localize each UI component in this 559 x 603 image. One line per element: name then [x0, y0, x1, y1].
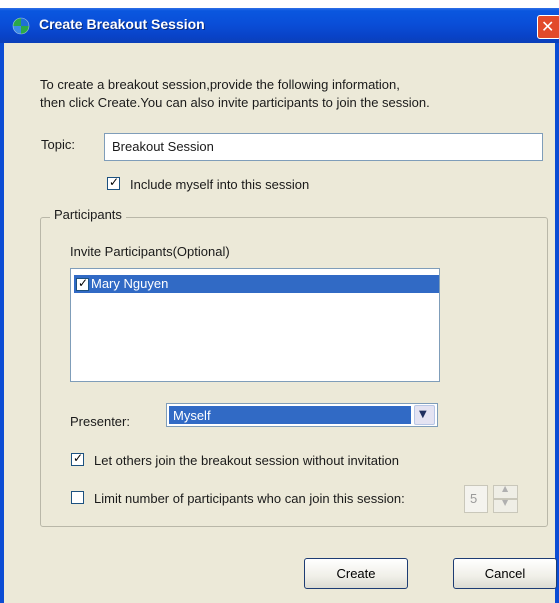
window-title: Create Breakout Session [39, 16, 205, 32]
intro-line-2: then click Create.You can also invite pa… [40, 95, 430, 110]
presenter-selected-value: Myself [173, 408, 211, 423]
close-button[interactable]: ✕ [537, 15, 559, 39]
window-border-right [555, 43, 559, 603]
spin-down-button[interactable]: ▼ [493, 498, 518, 513]
check-icon: ✓ [73, 451, 84, 465]
cancel-button[interactable]: Cancel [453, 558, 557, 589]
limit-participants-label: Limit number of participants who can joi… [94, 491, 405, 506]
participant-name: Mary Nguyen [91, 276, 169, 291]
participant-checkbox[interactable]: ✓ [76, 276, 89, 291]
presenter-dropdown-button[interactable]: ▼ [414, 405, 435, 425]
invite-participants-label: Invite Participants(Optional) [70, 244, 230, 259]
participants-group-label: Participants [50, 207, 126, 222]
check-icon: ✓ [78, 276, 89, 290]
dropdown-arrow-icon: ▼ [419, 409, 427, 420]
close-icon: ✕ [541, 17, 555, 36]
let-others-join-checkbox[interactable]: ✓ [71, 451, 84, 466]
limit-participants-checkbox[interactable] [71, 491, 84, 504]
spin-up-button[interactable]: ▲ [493, 484, 518, 499]
presenter-label: Presenter: [70, 414, 130, 429]
up-arrow-icon: ▲ [502, 484, 509, 493]
intro-line-1: To create a breakout session,provide the… [40, 77, 400, 92]
topic-label: Topic: [41, 137, 75, 152]
include-myself-checkbox[interactable]: ✓ [107, 175, 120, 190]
topic-value: Breakout Session [112, 139, 214, 154]
include-myself-label: Include myself into this session [130, 177, 310, 192]
background-window-edge [490, 0, 559, 8]
topic-input[interactable]: Breakout Session [104, 133, 543, 161]
limit-count-value: 5 [470, 491, 478, 506]
let-others-join-label: Let others join the breakout session wit… [94, 453, 399, 468]
down-arrow-icon: ▼ [502, 498, 509, 507]
create-button[interactable]: Create [304, 558, 408, 589]
webex-globe-icon [12, 17, 30, 35]
check-icon: ✓ [109, 175, 120, 189]
